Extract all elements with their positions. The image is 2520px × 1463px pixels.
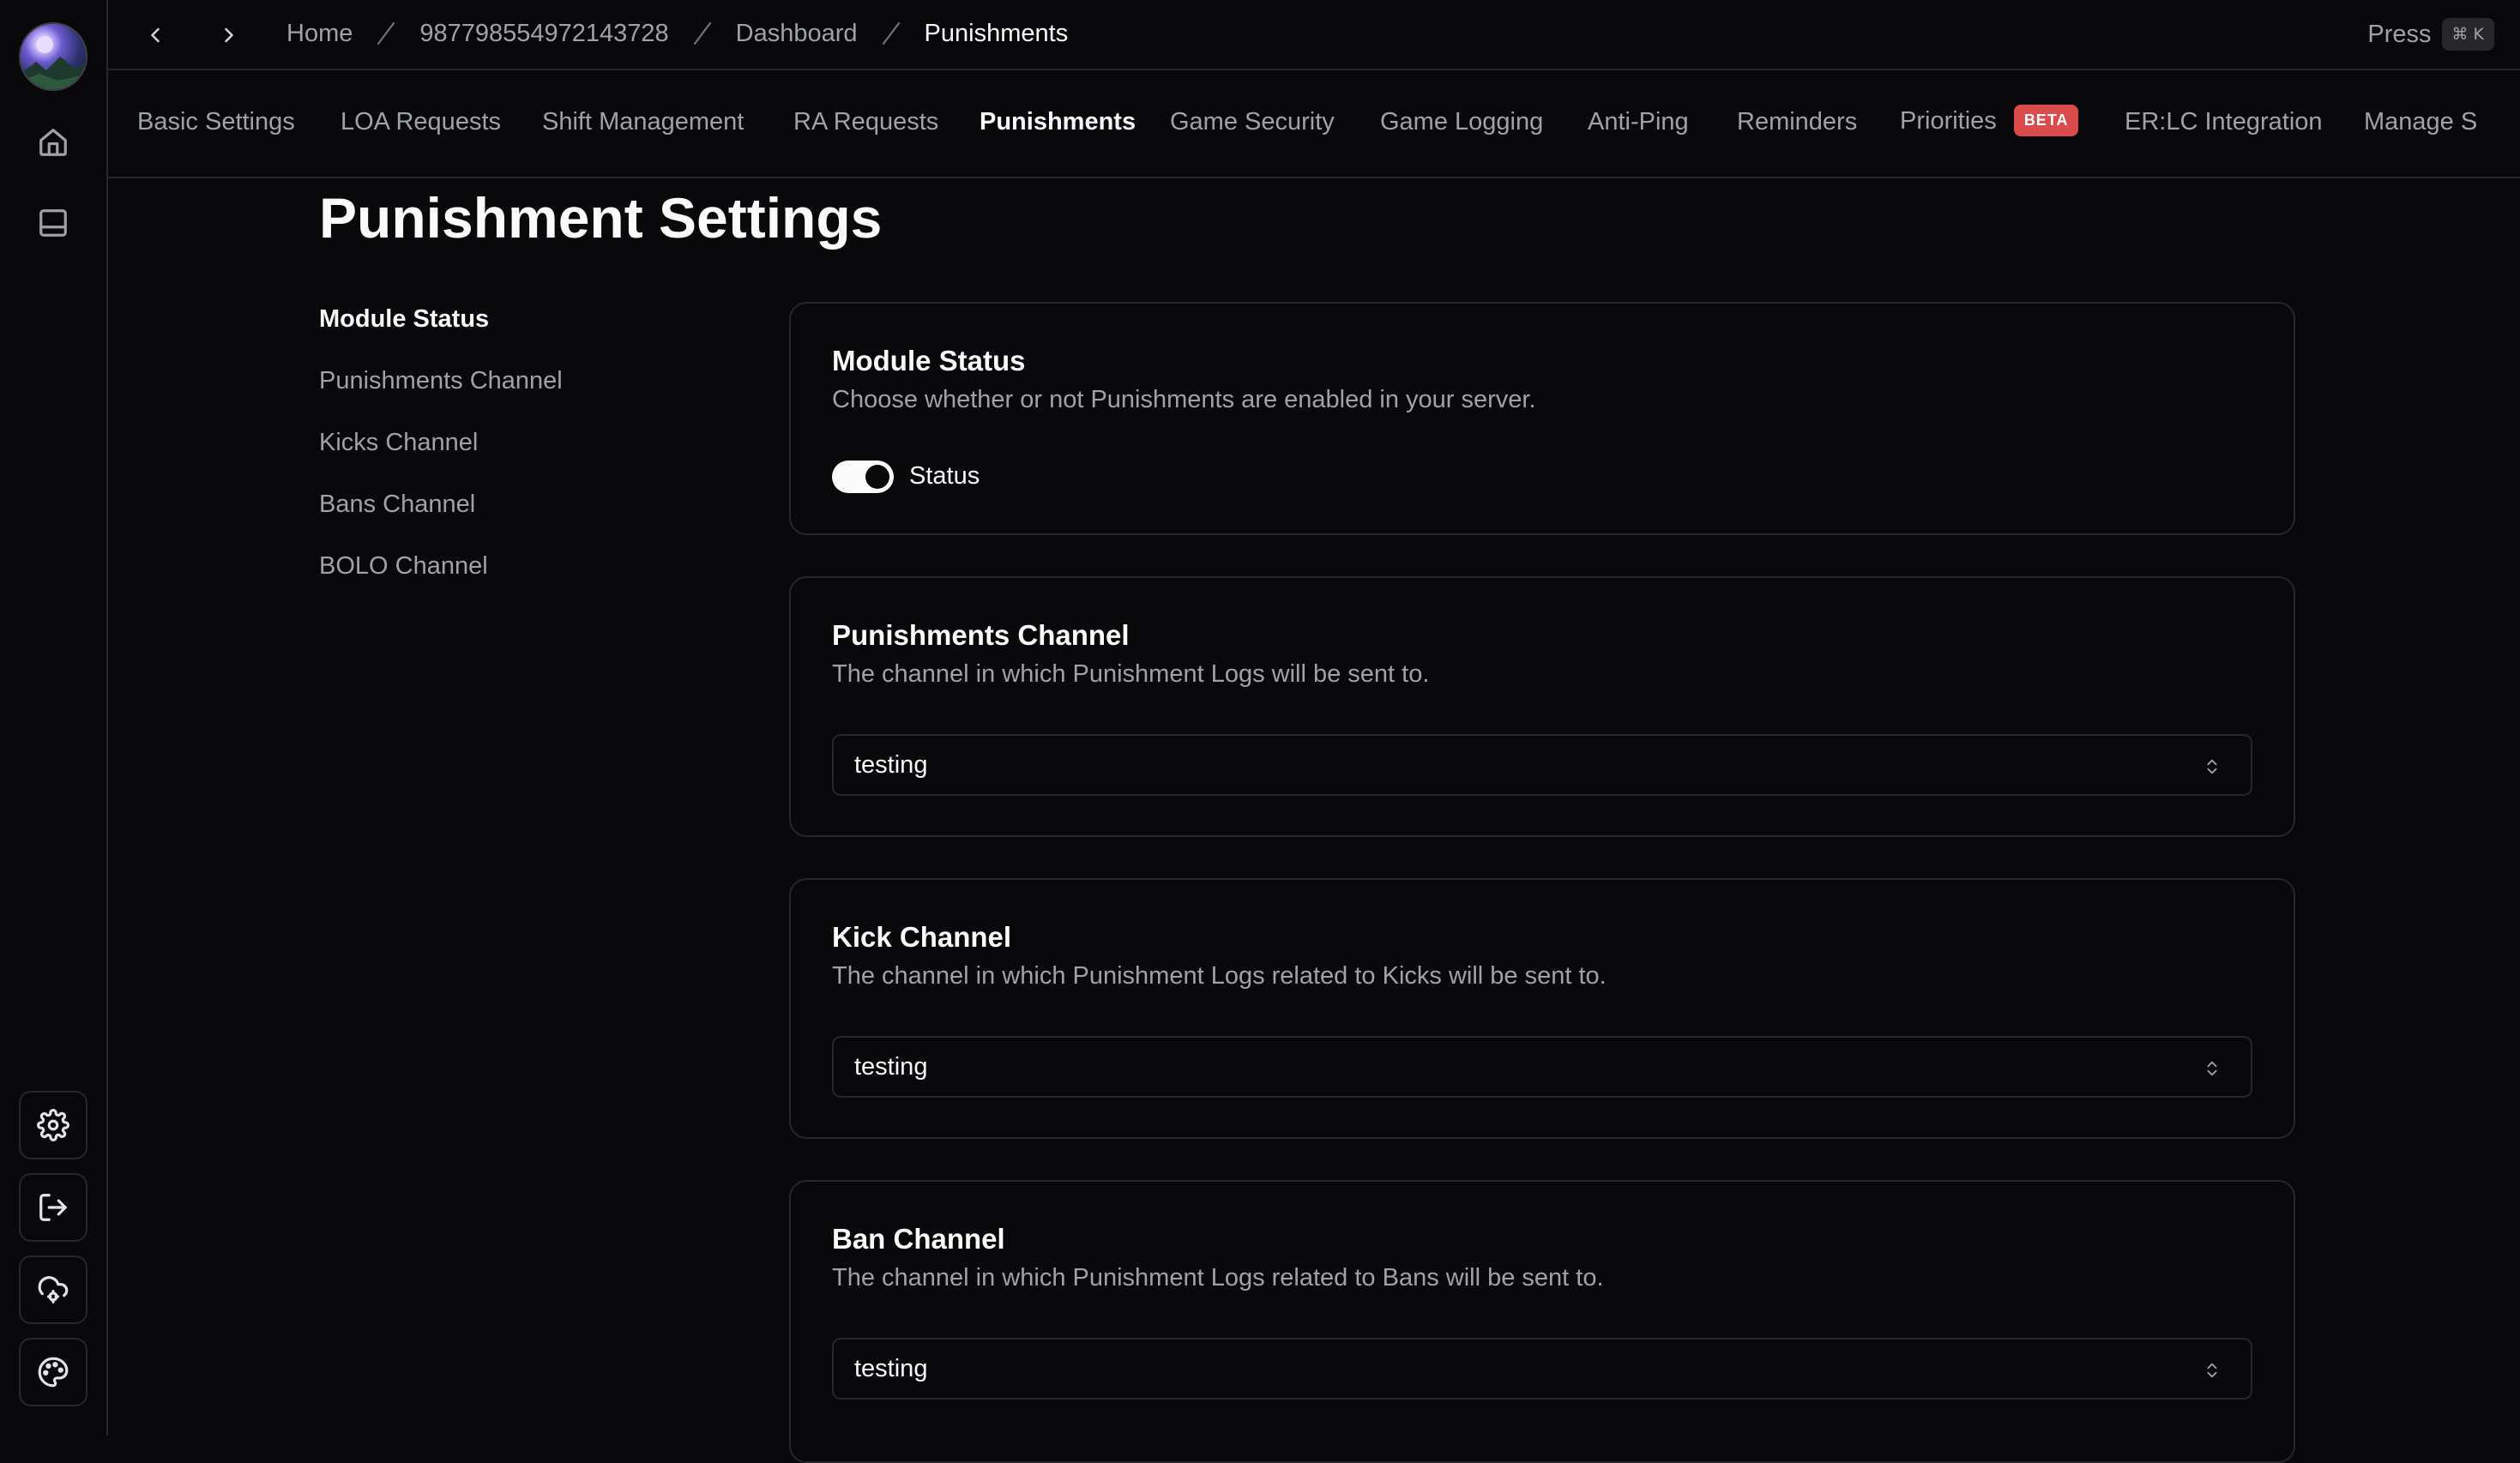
server-avatar[interactable] — [19, 22, 87, 91]
section-nav-module-status[interactable]: Module Status — [319, 302, 563, 364]
section-nav-punishments-channel[interactable]: Punishments Channel — [319, 364, 563, 425]
kick-channel-select[interactable]: testing — [832, 1036, 2252, 1098]
breadcrumb-home[interactable]: Home — [286, 20, 353, 48]
chevrons-up-down-icon — [2207, 759, 2217, 774]
module-status-card: Module Status Choose whether or not Puni… — [789, 302, 2295, 535]
status-toggle[interactable] — [832, 461, 894, 493]
card-description: The channel in which Punishment Logs rel… — [832, 1264, 1604, 1291]
command-palette-hint[interactable]: Press ⌘ K — [2367, 17, 2494, 51]
card-description: The channel in which Punishment Logs wil… — [832, 660, 1430, 688]
card-title: Ban Channel — [832, 1223, 1005, 1255]
page-title: Punishment Settings — [319, 186, 883, 250]
ban-channel-select[interactable]: testing — [832, 1338, 2252, 1400]
breadcrumb: Home 987798554972143728 Dashboard Punish… — [286, 0, 1068, 67]
card-title: Module Status — [832, 345, 1026, 376]
tab-loa-requests[interactable]: LOA Requests — [341, 108, 501, 136]
settings-gear-icon[interactable] — [19, 1091, 87, 1159]
tab-manage-s[interactable]: Manage S — [2364, 108, 2477, 136]
chevrons-up-down-icon — [2207, 1061, 2217, 1076]
keyboard-shortcut: ⌘ K — [2441, 18, 2494, 51]
select-value: testing — [854, 750, 928, 779]
punishments-channel-select[interactable]: testing — [832, 734, 2252, 796]
select-value: testing — [854, 1052, 928, 1081]
palette-icon[interactable] — [19, 1338, 87, 1406]
cloud-settings-icon[interactable] — [19, 1255, 87, 1324]
tab-punishments[interactable]: Punishments — [980, 108, 1136, 136]
tab-anti-ping[interactable]: Anti-Ping — [1588, 108, 1689, 136]
card-title: Punishments Channel — [832, 619, 1130, 651]
tab-priorities-label: Priorities — [1900, 107, 1997, 135]
breadcrumb-dashboard[interactable]: Dashboard — [736, 20, 858, 48]
status-toggle-label: Status — [909, 462, 980, 490]
command-hint-label: Press — [2367, 20, 2432, 48]
tab-game-security[interactable]: Game Security — [1170, 108, 1335, 136]
breadcrumb-separator-icon — [693, 21, 711, 45]
tab-game-logging[interactable]: Game Logging — [1380, 108, 1543, 136]
tab-ra-requests[interactable]: RA Requests — [793, 108, 938, 136]
tab-priorities[interactable]: Priorities BETA — [1900, 105, 2079, 136]
home-icon[interactable] — [33, 122, 74, 163]
tab-reminders[interactable]: Reminders — [1737, 108, 1857, 136]
section-nav: Module Status Punishments Channel Kicks … — [319, 302, 563, 611]
forward-chevron-icon[interactable] — [209, 15, 249, 55]
back-chevron-icon[interactable] — [136, 15, 175, 55]
tab-basic-settings[interactable]: Basic Settings — [137, 108, 295, 136]
card-description: Choose whether or not Punishments are en… — [832, 386, 1536, 413]
toggle-knob — [865, 465, 889, 489]
select-value: testing — [854, 1354, 928, 1382]
card-title: Kick Channel — [832, 921, 1012, 953]
section-nav-bolo-channel[interactable]: BOLO Channel — [319, 549, 563, 611]
breadcrumb-separator-icon — [377, 21, 395, 45]
breadcrumb-server-id[interactable]: 987798554972143728 — [419, 20, 668, 48]
breadcrumb-separator-icon — [882, 21, 900, 45]
tab-erlc-integration[interactable]: ER:LC Integration — [2125, 108, 2323, 136]
logout-icon[interactable] — [19, 1173, 87, 1242]
settings-tabs: Basic Settings LOA Requests Shift Manage… — [108, 70, 2520, 178]
top-bar: Home 987798554972143728 Dashboard Punish… — [108, 0, 2520, 70]
card-description: The channel in which Punishment Logs rel… — [832, 962, 1607, 990]
book-icon[interactable] — [33, 202, 74, 244]
avatar-image-icon — [21, 36, 86, 89]
tab-shift-management[interactable]: Shift Management — [542, 108, 744, 136]
ban-channel-card: Ban Channel The channel in which Punishm… — [789, 1180, 2295, 1463]
beta-badge: BETA — [2013, 105, 2079, 136]
kick-channel-card: Kick Channel The channel in which Punish… — [789, 878, 2295, 1139]
section-nav-bans-channel[interactable]: Bans Channel — [319, 487, 563, 549]
chevrons-up-down-icon — [2207, 1363, 2217, 1378]
left-rail — [0, 0, 108, 1436]
section-nav-kicks-channel[interactable]: Kicks Channel — [319, 425, 563, 487]
breadcrumb-current: Punishments — [924, 19, 1069, 47]
punishments-channel-card: Punishments Channel The channel in which… — [789, 576, 2295, 837]
